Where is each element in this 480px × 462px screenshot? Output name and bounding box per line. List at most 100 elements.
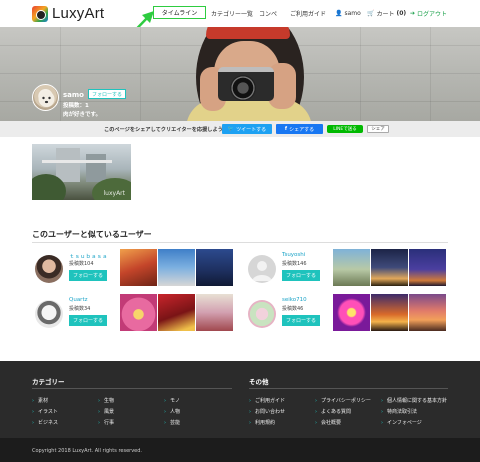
user-photo[interactable] — [409, 294, 446, 331]
chevron-right-icon: › — [315, 409, 317, 415]
nav-cart-label: カート — [376, 10, 395, 18]
footer-link[interactable]: › 特商法取引法 — [381, 408, 417, 415]
cart-icon: 🛒 — [367, 9, 375, 17]
footer-link-label: プライバシーポリシー — [321, 398, 371, 404]
user-name[interactable]: Quartz — [69, 297, 88, 303]
footer-link[interactable]: › イラスト — [32, 408, 58, 415]
user-name[interactable]: seiko710 — [282, 297, 307, 303]
footer-link-label: 風景 — [104, 409, 115, 415]
footer-category-title: カテゴリー — [32, 378, 65, 386]
chevron-right-icon: › — [249, 420, 251, 426]
nav-category-list[interactable]: カテゴリー一覧 — [211, 7, 253, 19]
user-avatar[interactable] — [248, 255, 276, 283]
photo-monorail — [42, 160, 112, 163]
footer-link[interactable]: › 素材 — [32, 397, 48, 404]
footer-link[interactable]: › 会社概要 — [315, 419, 341, 426]
chevron-right-icon: › — [381, 420, 383, 426]
nav-cart[interactable]: 🛒 カート (0) — [367, 7, 406, 19]
user-photo[interactable] — [371, 249, 408, 286]
footer-link[interactable]: › 風景 — [98, 408, 114, 415]
footer-link[interactable]: › 人物 — [164, 408, 180, 415]
chevron-right-icon: › — [32, 420, 34, 426]
footer-link-label: イラスト — [38, 409, 58, 415]
user-photo[interactable] — [196, 294, 233, 331]
logout-icon: ➔ — [410, 9, 416, 17]
nav-timeline[interactable]: タイムライン — [153, 6, 206, 19]
user-photo[interactable] — [158, 249, 195, 286]
facebook-icon: f — [284, 126, 288, 132]
footer-link[interactable]: › お問い合わせ — [249, 408, 285, 415]
chevron-right-icon: › — [249, 409, 251, 415]
user-name[interactable]: ｔｓｕｂａｓａ — [69, 252, 108, 260]
user-photo[interactable] — [120, 294, 157, 331]
nav-guide[interactable]: ご利用ガイド — [290, 7, 326, 19]
chevron-right-icon: › — [98, 409, 100, 415]
chevron-right-icon: › — [315, 398, 317, 404]
user-photo[interactable] — [158, 294, 195, 331]
user-card: seiko710 投稿数46 フォローする — [245, 294, 448, 336]
footer-link-label: インフォページ — [387, 420, 422, 426]
footer-link[interactable]: › ご利用ガイド — [249, 397, 285, 404]
tweet-button-label: ツイートする — [236, 126, 267, 133]
nav-contest[interactable]: コンペ — [259, 7, 277, 19]
footer-link[interactable]: › よくある質問 — [315, 408, 351, 415]
footer-link-label: 芸能 — [170, 420, 181, 426]
follow-button[interactable]: フォローする — [282, 315, 320, 326]
post-thumbnail[interactable]: luxyArt — [32, 144, 131, 200]
profile-post-count: 投稿数：1 — [63, 103, 89, 109]
tweet-button[interactable]: 🐦 ツイートする — [222, 124, 272, 134]
user-photo[interactable] — [333, 294, 370, 331]
user-post-count: 投稿数146 — [282, 261, 307, 267]
follow-button[interactable]: フォローする — [282, 270, 320, 281]
user-card: Quartz 投稿数34 フォローする — [32, 294, 235, 336]
footer-link[interactable]: › インフォページ — [381, 419, 422, 426]
user-avatar[interactable] — [35, 255, 63, 283]
user-name[interactable]: Tsuyoshi — [282, 252, 305, 258]
user-photo[interactable] — [196, 249, 233, 286]
footer-link-label: お問い合わせ — [255, 409, 286, 415]
share-prompt: このページをシェアしてクリエイターを応援しよう！ — [104, 127, 229, 133]
footer-link[interactable]: › プライバシーポリシー — [315, 397, 371, 404]
user-avatar[interactable] — [35, 300, 63, 328]
site-header: LuxyArt タイムライン カテゴリー一覧 コンペ ご利用ガイド 👤 samo… — [0, 0, 480, 27]
footer-link[interactable]: › モノ — [164, 397, 180, 404]
nav-logout-label: ログアウト — [417, 10, 448, 18]
generic-share-button[interactable]: シェア — [367, 125, 389, 133]
footer-link-label: ご利用ガイド — [255, 398, 286, 404]
footer-link-label: ビジネス — [38, 420, 59, 426]
nav-logout[interactable]: ➔ ログアウト — [410, 7, 447, 19]
profile-avatar[interactable] — [32, 84, 59, 111]
share-bar: このページをシェアしてクリエイターを応援しよう！ 🐦 ツイートする f シェアす… — [0, 121, 480, 137]
facebook-share-label: シェアする — [289, 126, 315, 133]
chevron-right-icon: › — [164, 398, 166, 404]
nav-user[interactable]: 👤 samo — [335, 7, 361, 19]
footer-link[interactable]: › 行事 — [98, 419, 114, 426]
user-icon: 👤 — [335, 9, 343, 17]
footer-link[interactable]: › 個人情報に関する基本方針 — [381, 397, 447, 404]
chevron-right-icon: › — [315, 420, 317, 426]
facebook-share-button[interactable]: f シェアする — [276, 124, 323, 134]
default-avatar-icon — [252, 261, 272, 281]
user-photo[interactable] — [120, 249, 157, 286]
chevron-right-icon: › — [32, 398, 34, 404]
footer-link-label: 人物 — [170, 409, 181, 415]
footer-link[interactable]: › 利用規約 — [249, 419, 275, 426]
user-photo[interactable] — [371, 294, 408, 331]
photo-camera-lens — [230, 75, 256, 101]
footer-link-label: 行事 — [104, 420, 115, 426]
footer-link-label: よくある質問 — [321, 409, 352, 415]
footer-link[interactable]: › 芸能 — [164, 419, 180, 426]
user-avatar[interactable] — [248, 300, 276, 328]
photo-building — [86, 154, 106, 182]
footer-other-title: その他 — [249, 378, 269, 386]
follow-button[interactable]: フォローする — [88, 89, 126, 99]
user-photo[interactable] — [409, 249, 446, 286]
line-share-button[interactable]: LINEで送る — [327, 125, 363, 133]
chevron-right-icon: › — [164, 420, 166, 426]
user-photo[interactable] — [333, 249, 370, 286]
footer-link[interactable]: › 生物 — [98, 397, 114, 404]
follow-button[interactable]: フォローする — [69, 270, 107, 281]
follow-button[interactable]: フォローする — [69, 315, 107, 326]
site-logo[interactable]: LuxyArt — [32, 5, 104, 22]
footer-link[interactable]: › ビジネス — [32, 419, 58, 426]
